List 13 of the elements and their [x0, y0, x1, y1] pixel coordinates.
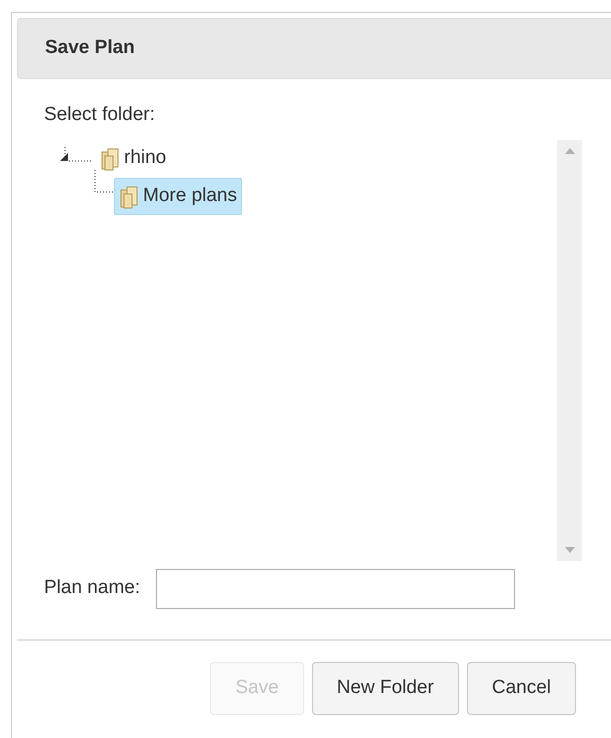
plan-name-label: Plan name:	[44, 576, 140, 600]
select-folder-label: Select folder:	[44, 104, 155, 125]
tree-item[interactable]: rhino	[95, 140, 172, 177]
folder-icon	[119, 184, 139, 208]
scroll-up-icon[interactable]	[564, 148, 574, 154]
tree-item[interactable]: More plans	[114, 178, 242, 215]
scrollbar[interactable]	[557, 140, 582, 560]
dialog-button[interactable]: Cancel	[466, 662, 576, 714]
scroll-down-icon[interactable]	[564, 546, 574, 552]
dialog-title: Save Plan	[45, 36, 135, 60]
folder-icon	[100, 146, 120, 170]
dialog-button[interactable]: New Folder	[312, 662, 459, 714]
plan-name-field[interactable]	[156, 568, 516, 608]
